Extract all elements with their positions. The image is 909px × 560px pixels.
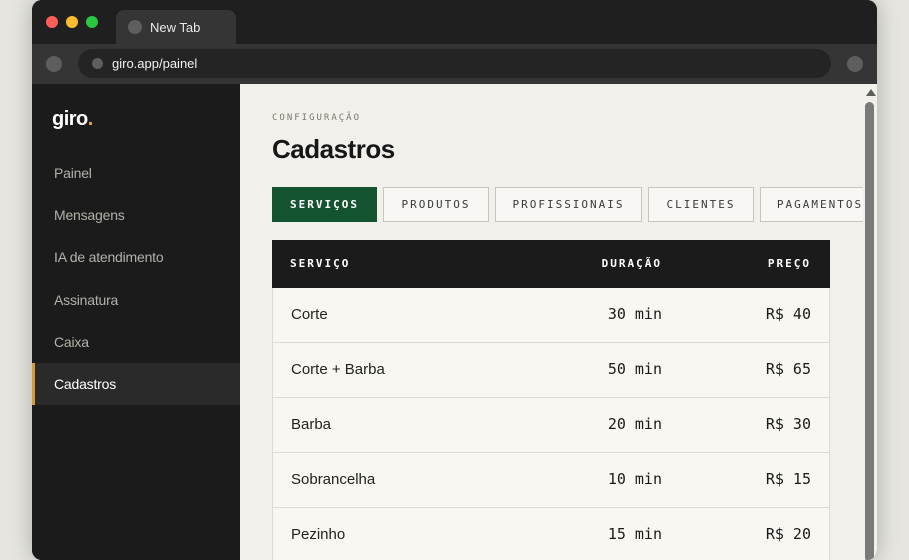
page-scrollbar[interactable] bbox=[863, 84, 877, 560]
browser-menu-button[interactable] bbox=[847, 56, 863, 72]
browser-tab[interactable]: New Tab bbox=[116, 10, 236, 44]
table-row[interactable]: Barba 20 min R$ 30 bbox=[272, 398, 830, 453]
sidebar-item-caixa[interactable]: Caixa bbox=[32, 321, 240, 363]
tab-title: New Tab bbox=[150, 20, 201, 35]
site-info-icon[interactable] bbox=[92, 58, 103, 69]
logo-text: giro bbox=[52, 108, 88, 130]
service-duration: 15 min bbox=[607, 525, 662, 543]
tab-clientes[interactable]: CLIENTES bbox=[648, 187, 754, 222]
sidebar-item-painel[interactable]: Painel bbox=[32, 152, 240, 194]
favicon-icon bbox=[128, 20, 142, 34]
table-header: SERVIÇO DURAÇÃO PREÇO bbox=[272, 240, 830, 288]
page-title: Cadastros bbox=[272, 134, 395, 164]
service-price: R$ 65 bbox=[765, 360, 811, 378]
back-button[interactable] bbox=[46, 56, 62, 72]
service-price: R$ 15 bbox=[765, 470, 811, 488]
service-name: Sobrancelha bbox=[291, 471, 376, 488]
table-row[interactable]: Sobrancelha 10 min R$ 15 bbox=[272, 453, 830, 508]
tab-servicos[interactable]: SERVIÇOS bbox=[272, 187, 377, 222]
sidebar-item-assinatura[interactable]: Assinatura bbox=[32, 279, 240, 321]
maximize-window-button[interactable] bbox=[86, 16, 98, 28]
sidebar-item-cadastros[interactable]: Cadastros bbox=[32, 363, 240, 405]
service-name: Corte + Barba bbox=[291, 361, 385, 378]
service-price: R$ 30 bbox=[765, 415, 811, 433]
service-name: Pezinho bbox=[291, 526, 346, 543]
service-duration: 20 min bbox=[607, 415, 662, 433]
tab-pagamentos[interactable]: PAGAMENTOS bbox=[760, 187, 863, 222]
sidebar-item-ia-de-atendimento[interactable]: IA de atendimento bbox=[32, 236, 240, 278]
address-bar[interactable]: giro.app/painel bbox=[78, 49, 831, 78]
table-row[interactable]: Corte 30 min R$ 40 bbox=[272, 288, 830, 343]
browser-titlebar: New Tab bbox=[32, 0, 877, 44]
service-name: Corte bbox=[291, 306, 328, 323]
column-header-price[interactable]: PREÇO bbox=[768, 257, 811, 270]
close-window-button[interactable] bbox=[46, 16, 58, 28]
tab-profissionais[interactable]: PROFISSIONAIS bbox=[495, 187, 642, 222]
browser-window: New Tab giro.app/painel giro. Painel Men… bbox=[32, 0, 877, 560]
service-duration: 10 min bbox=[607, 470, 662, 488]
logo-dot: . bbox=[87, 108, 94, 130]
scroll-up-icon[interactable] bbox=[866, 89, 876, 96]
main-content: CONFIGURAÇÃO Cadastros SERVIÇOS PRODUTOS… bbox=[240, 84, 863, 560]
sidebar-item-mensagens[interactable]: Mensagens bbox=[32, 194, 240, 236]
service-duration: 30 min bbox=[607, 305, 662, 323]
column-header-duration[interactable]: DURAÇÃO bbox=[602, 257, 662, 270]
section-eyebrow: CONFIGURAÇÃO bbox=[272, 113, 362, 123]
service-price: R$ 40 bbox=[765, 305, 811, 323]
browser-toolbar: giro.app/painel bbox=[32, 44, 877, 84]
tab-produtos[interactable]: PRODUTOS bbox=[383, 187, 489, 222]
service-price: R$ 20 bbox=[765, 525, 811, 543]
table-row[interactable]: Corte + Barba 50 min R$ 65 bbox=[272, 343, 830, 398]
services-table: SERVIÇO DURAÇÃO PREÇO Corte 30 min R$ 40… bbox=[272, 240, 830, 560]
url-text: giro.app/painel bbox=[112, 56, 198, 71]
sidebar: giro. Painel Mensagens IA de atendimento… bbox=[32, 84, 240, 560]
column-header-service[interactable]: SERVIÇO bbox=[290, 257, 350, 270]
service-name: Barba bbox=[291, 416, 332, 433]
table-row[interactable]: Pezinho 15 min R$ 20 bbox=[272, 508, 830, 560]
app-logo[interactable]: giro. bbox=[52, 108, 93, 131]
scrollbar-thumb[interactable] bbox=[865, 102, 874, 560]
minimize-window-button[interactable] bbox=[66, 16, 78, 28]
service-duration: 50 min bbox=[607, 360, 662, 378]
